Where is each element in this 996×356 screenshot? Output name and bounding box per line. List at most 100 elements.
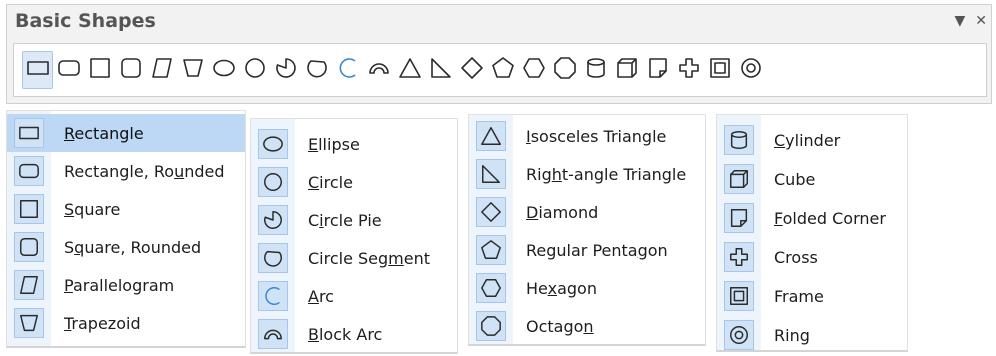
menu-item-octagon[interactable]: Octagon	[469, 307, 705, 345]
menu-item-label: Block Arc	[308, 324, 383, 344]
trapezoid-icon	[14, 308, 44, 338]
toolbar-cylinder-button[interactable]	[580, 51, 611, 89]
menu-item-label: Hexagon	[526, 278, 597, 298]
menu-item-square[interactable]: Square	[7, 190, 245, 228]
toolbar-cross-button[interactable]	[673, 51, 704, 89]
menu-item-label: Square, Rounded	[64, 237, 202, 257]
menu-item-arc[interactable]: Arc	[251, 277, 457, 315]
block-arc-icon	[258, 319, 288, 349]
menu-item-ellipse[interactable]: Ellipse	[251, 125, 457, 163]
menu-item-pentagon[interactable]: Regular Pentagon	[469, 231, 705, 269]
menu-item-folded-corner[interactable]: Folded Corner	[717, 199, 907, 237]
menu-item-parallelogram[interactable]: Parallelogram	[7, 266, 245, 304]
toolbar-trapezoid-button[interactable]	[177, 51, 208, 89]
toolbar-parallelogram-button[interactable]	[146, 51, 177, 89]
menu-item-right-triangle[interactable]: Right-angle Triangle	[469, 155, 705, 193]
menu-item-label: Square	[64, 199, 121, 219]
menu-item-cube[interactable]: Cube	[717, 160, 907, 198]
menu-item-isosceles-triangle[interactable]: Isosceles Triangle	[469, 117, 705, 155]
toolbar-circle-button[interactable]	[239, 51, 270, 89]
arc-icon	[258, 281, 288, 311]
rectangle-icon	[26, 56, 50, 84]
menu-item-circle-segment[interactable]: Circle Segment	[251, 239, 457, 277]
hexagon-icon	[476, 273, 506, 303]
trapezoid-icon	[181, 56, 205, 84]
toolbar-rectangle-button[interactable]	[22, 51, 53, 89]
toolbar-block-arc-button[interactable]	[363, 51, 394, 89]
menu-item-label: Parallelogram	[64, 275, 175, 295]
panel-actions: ▼ ✕	[954, 13, 987, 29]
menu-item-label: Isosceles Triangle	[526, 126, 667, 146]
toolbar-ring-button[interactable]	[735, 51, 766, 89]
menu-item-label: Octagon	[526, 316, 594, 336]
menu-item-label: Cross	[774, 247, 818, 267]
diamond-icon	[476, 197, 506, 227]
toolbar-cube-button[interactable]	[611, 51, 642, 89]
toolbar-pentagon-button[interactable]	[487, 51, 518, 89]
menu-item-ring[interactable]: Ring	[717, 316, 907, 354]
toolbar-isosceles-triangle-button[interactable]	[394, 51, 425, 89]
pentagon-icon	[491, 56, 515, 84]
menu-item-rectangle-rounded[interactable]: Rectangle, Rounded	[7, 152, 245, 190]
toolbar-circle-pie-button[interactable]	[270, 51, 301, 89]
toolbar-square-rounded-button[interactable]	[115, 51, 146, 89]
basic-shapes-toolbar-panel: Basic Shapes ▼ ✕	[6, 4, 992, 104]
panel-title: Basic Shapes	[15, 10, 156, 32]
diamond-icon	[460, 56, 484, 84]
rectangle-rounded-icon	[14, 156, 44, 186]
menu-item-label: Cube	[774, 169, 816, 189]
panel-menu-icon[interactable]: ▼	[954, 13, 965, 29]
toolbar-folded-corner-button[interactable]	[642, 51, 673, 89]
hexagon-icon	[522, 56, 546, 84]
circle-pie-icon	[274, 56, 298, 84]
toolbar-right-triangle-button[interactable]	[425, 51, 456, 89]
menu-item-label: Rectangle	[64, 123, 144, 143]
menu-item-trapezoid[interactable]: Trapezoid	[7, 304, 245, 342]
cylinder-icon	[584, 56, 608, 84]
toolbar-frame-button[interactable]	[704, 51, 735, 89]
close-icon[interactable]: ✕	[975, 13, 987, 29]
menu-item-label: Ellipse	[308, 134, 360, 154]
toolbar-octagon-button[interactable]	[549, 51, 580, 89]
shapes-menu-column-2: Ellipse Circle Circle Pie Circle Segment Arc…	[250, 118, 458, 354]
menu-item-circle-pie[interactable]: Circle Pie	[251, 201, 457, 239]
shapes-toolbar	[13, 43, 987, 97]
shapes-menu-column-3: Isosceles Triangle Right-angle Triangle Di…	[468, 114, 706, 346]
menu-item-rectangle[interactable]: Rectangle	[7, 114, 245, 152]
square-rounded-icon	[14, 232, 44, 262]
octagon-icon	[553, 56, 577, 84]
ring-icon	[739, 56, 763, 84]
menu-item-frame[interactable]: Frame	[717, 277, 907, 315]
toolbar-rectangle-rounded-button[interactable]	[53, 51, 84, 89]
menu-item-label: Frame	[774, 286, 824, 306]
circle-segment-icon	[305, 56, 329, 84]
circle-icon	[243, 56, 267, 84]
shapes-menu-column-1: Rectangle Rectangle, Rounded Square Square,…	[6, 110, 246, 348]
parallelogram-icon	[150, 56, 174, 84]
isosceles-triangle-icon	[476, 121, 506, 151]
menu-item-square-rounded[interactable]: Square, Rounded	[7, 228, 245, 266]
toolbar-diamond-button[interactable]	[456, 51, 487, 89]
square-rounded-icon	[119, 56, 143, 84]
circle-pie-icon	[258, 205, 288, 235]
menu-item-hexagon[interactable]: Hexagon	[469, 269, 705, 307]
toolbar-circle-segment-button[interactable]	[301, 51, 332, 89]
toolbar-hexagon-button[interactable]	[518, 51, 549, 89]
toolbar-ellipse-button[interactable]	[208, 51, 239, 89]
menu-item-cross[interactable]: Cross	[717, 238, 907, 276]
cube-icon	[615, 56, 639, 84]
menu-item-circle[interactable]: Circle	[251, 163, 457, 201]
menu-item-label: Ring	[774, 325, 810, 345]
toolbar-square-button[interactable]	[84, 51, 115, 89]
block-arc-icon	[367, 56, 391, 84]
shapes-menu-column-4: Cylinder Cube Folded Corner Cross Frame Ring	[716, 114, 908, 352]
square-icon	[14, 194, 44, 224]
menu-item-diamond[interactable]: Diamond	[469, 193, 705, 231]
octagon-icon	[476, 311, 506, 341]
toolbar-arc-button[interactable]	[332, 51, 363, 89]
cylinder-icon	[724, 125, 754, 155]
menu-item-block-arc[interactable]: Block Arc	[251, 315, 457, 353]
cross-icon	[724, 242, 754, 272]
menu-item-cylinder[interactable]: Cylinder	[717, 121, 907, 159]
parallelogram-icon	[14, 270, 44, 300]
